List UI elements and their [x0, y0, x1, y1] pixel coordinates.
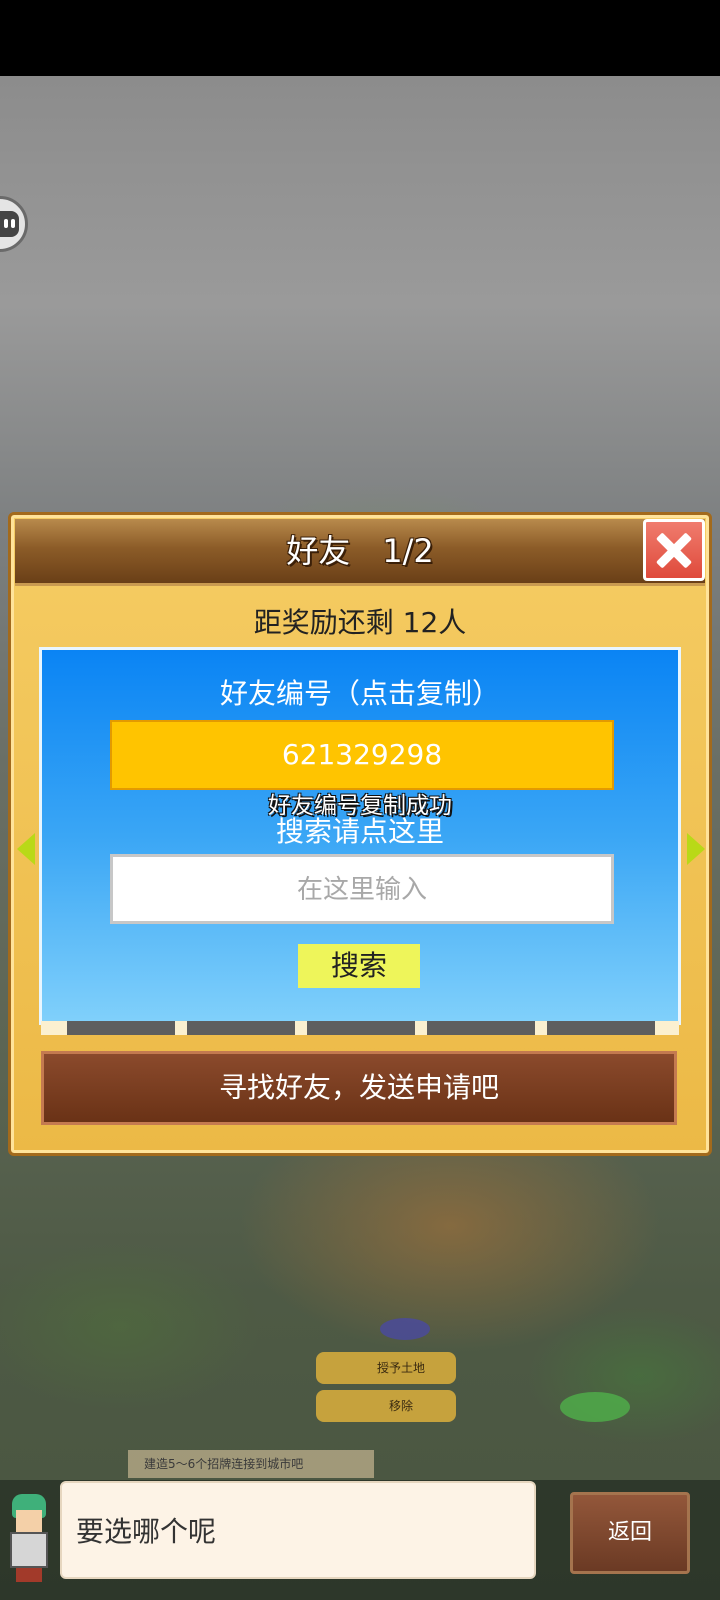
map-tile	[560, 1392, 630, 1422]
tab-strip-bottom	[41, 1021, 679, 1035]
friend-search-panel: 好友编号（点击复制） 621329298 好友编号复制成功 搜索请点这里 搜索	[39, 647, 681, 1025]
friend-id-copy-box[interactable]: 621329298	[110, 720, 614, 790]
prev-page-arrow-icon[interactable]	[17, 833, 35, 865]
tab-segment	[187, 1021, 295, 1035]
search-hint-label: 搜索请点这里	[275, 815, 444, 848]
friend-id-label: 好友编号（点击复制）	[219, 677, 500, 710]
grant-land-label: 授予土地	[376, 1361, 425, 1375]
friend-search-input[interactable]	[110, 854, 614, 924]
npc-face	[16, 1510, 42, 1532]
speech-text: 要选哪个呢	[76, 1515, 217, 1548]
dialog-header: 好友 1/2	[15, 519, 705, 586]
reward-remaining-text: 距奖励还剩 12人	[253, 606, 467, 639]
close-icon[interactable]	[643, 519, 705, 581]
map-hint: 建造5～6个招牌连接到城市吧	[128, 1450, 374, 1478]
speech-bubble: 要选哪个呢	[60, 1481, 536, 1579]
search-button[interactable]: 搜索	[298, 944, 420, 988]
npc-avatar	[0, 1494, 58, 1584]
back-button[interactable]: 返回	[570, 1492, 690, 1574]
tab-segment	[307, 1021, 415, 1035]
tab-segment	[547, 1021, 655, 1035]
next-page-arrow-icon[interactable]	[687, 833, 705, 865]
status-bar	[0, 0, 720, 76]
map-tile	[380, 1318, 430, 1340]
friends-dialog: 好友 1/2 距奖励还剩 12人 好友编号（点击复制） 621329298 好友编…	[8, 512, 712, 1156]
tab-segment	[427, 1021, 535, 1035]
dialog-title: 好友 1/2	[15, 519, 705, 583]
page-indicator: 1/2	[382, 532, 434, 570]
tab-segment	[67, 1021, 175, 1035]
title-text: 好友	[286, 532, 351, 570]
remove-button[interactable]: 移除	[316, 1390, 456, 1422]
remove-label: 移除	[388, 1399, 413, 1413]
grant-land-button[interactable]: 授予土地	[316, 1352, 456, 1384]
npc-legs	[16, 1568, 42, 1582]
find-friends-button[interactable]: 寻找好友，发送申请吧	[41, 1051, 677, 1125]
assistant-face-icon	[0, 211, 19, 237]
npc-body	[10, 1532, 48, 1568]
